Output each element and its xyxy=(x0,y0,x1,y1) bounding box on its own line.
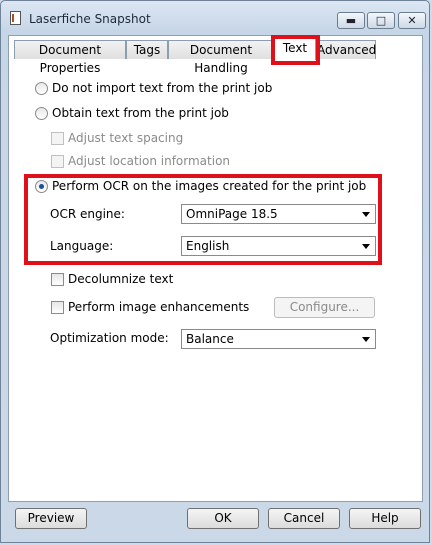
adjust-spacing-label: Adjust text spacing xyxy=(68,131,184,145)
minimize-button[interactable]: ▬ xyxy=(337,12,365,29)
chevron-down-icon xyxy=(362,244,370,249)
tab-text[interactable]: Text xyxy=(274,38,316,60)
image-enhancements-checkbox[interactable] xyxy=(51,301,64,314)
language-select[interactable]: English xyxy=(181,236,376,256)
optimization-mode-value: Balance xyxy=(186,332,234,346)
ocr-engine-select[interactable]: OmniPage 18.5 xyxy=(181,204,376,224)
maximize-icon: □ xyxy=(375,14,387,27)
app-icon xyxy=(10,11,21,25)
chevron-down-icon xyxy=(362,212,370,217)
obtain-text-radio[interactable] xyxy=(35,107,48,120)
close-button[interactable]: ✕ xyxy=(398,12,426,29)
language-value: English xyxy=(186,239,230,253)
tab-document-handling[interactable]: Document Handling xyxy=(168,40,274,75)
minimize-icon: ▬ xyxy=(345,14,357,27)
language-label: Language: xyxy=(50,239,114,253)
preview-button[interactable]: Preview xyxy=(15,508,87,529)
ocr-engine-label: OCR engine: xyxy=(50,207,125,221)
chevron-down-icon xyxy=(362,337,370,342)
optimization-mode-select[interactable]: Balance xyxy=(181,329,376,349)
tab-tags[interactable]: Tags xyxy=(126,40,168,59)
decolumnize-label: Decolumnize text xyxy=(68,272,174,286)
cancel-button[interactable]: Cancel xyxy=(268,508,340,529)
title-bar: Laserfiche Snapshot ▬ □ ✕ xyxy=(1,1,429,35)
adjust-spacing-checkbox[interactable] xyxy=(51,132,64,145)
ocr-engine-value: OmniPage 18.5 xyxy=(186,207,278,221)
tab-document-properties[interactable]: Document Properties xyxy=(14,40,126,75)
adjust-location-checkbox[interactable] xyxy=(51,155,64,168)
perform-ocr-radio[interactable] xyxy=(35,180,48,193)
obtain-text-label: Obtain text from the print job xyxy=(52,106,229,120)
adjust-location-label: Adjust location information xyxy=(68,154,231,168)
do-not-import-label: Do not import text from the print job xyxy=(52,81,273,95)
maximize-button[interactable]: □ xyxy=(367,12,395,29)
perform-ocr-label: Perform OCR on the images created for th… xyxy=(52,179,367,193)
configure-button[interactable]: Configure... xyxy=(274,297,375,318)
image-enhancements-label: Perform image enhancements xyxy=(68,300,250,314)
window-title: Laserfiche Snapshot xyxy=(29,12,151,26)
optimization-mode-label: Optimization mode: xyxy=(50,331,169,345)
do-not-import-radio[interactable] xyxy=(35,82,48,95)
tab-advanced[interactable]: Advanced xyxy=(316,40,376,59)
close-icon: ✕ xyxy=(407,14,417,27)
help-button[interactable]: Help xyxy=(349,508,421,529)
decolumnize-checkbox[interactable] xyxy=(51,273,64,286)
ok-button[interactable]: OK xyxy=(187,508,259,529)
